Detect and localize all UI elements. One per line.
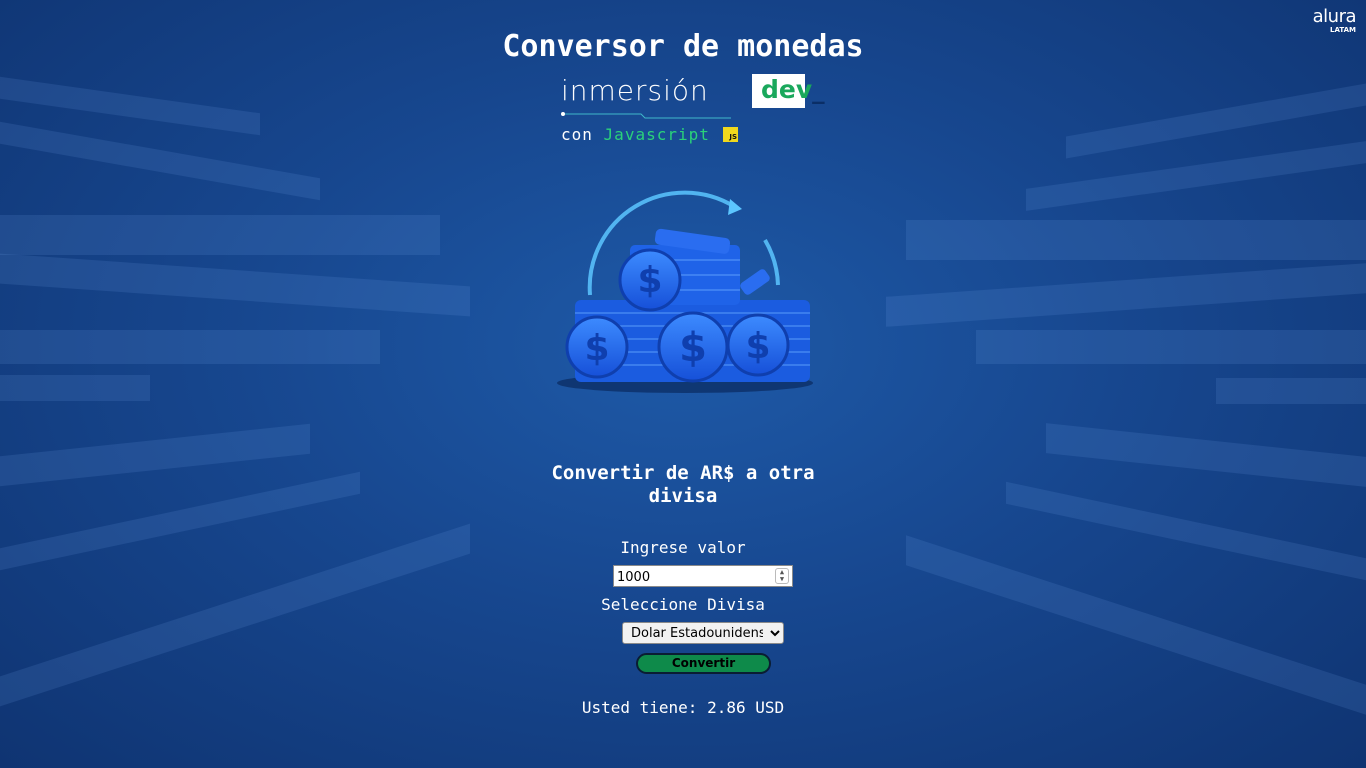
number-spinner-icon[interactable]: ▲ ▼ — [775, 568, 789, 584]
svg-text:$: $ — [679, 325, 707, 371]
value-label: Ingrese valor — [620, 538, 746, 557]
inmersion-dev-brand: inmersión dev_ con Javascript JS — [561, 72, 825, 152]
value-input-wrapper: ▲▼ — [613, 565, 793, 587]
converter-panel: Convertir de AR$ a otra divisa — [0, 462, 1366, 508]
brand-underline — [561, 112, 731, 119]
svg-text:$: $ — [745, 326, 770, 367]
brand-con: con — [561, 125, 593, 144]
coins-stack-icon: $ $ $ $ — [557, 190, 813, 393]
convert-button[interactable]: Convertir — [636, 653, 771, 674]
brand-word: inmersión — [561, 74, 709, 107]
js-badge-icon: JS — [723, 127, 738, 142]
dev-badge-text: dev — [761, 75, 813, 104]
dev-badge: dev_ — [752, 74, 825, 108]
alura-logo-word: alura — [1312, 6, 1357, 27]
page-title: Conversor de monedas — [502, 29, 864, 64]
svg-text:$: $ — [637, 260, 662, 301]
brand-tagline: con Javascript — [561, 125, 710, 144]
dev-badge-underscore: _ — [812, 75, 825, 104]
svg-text:$: $ — [584, 328, 609, 369]
conversion-result: Usted tiene: 2.86 USD — [581, 698, 785, 717]
converter-title: Convertir de AR$ a otra divisa — [551, 462, 815, 507]
currency-label: Seleccione Divisa — [601, 595, 765, 614]
value-input[interactable] — [617, 568, 772, 587]
brand-language: Javascript — [603, 125, 710, 144]
currency-select[interactable]: Dolar Estadounidense — [622, 622, 784, 644]
